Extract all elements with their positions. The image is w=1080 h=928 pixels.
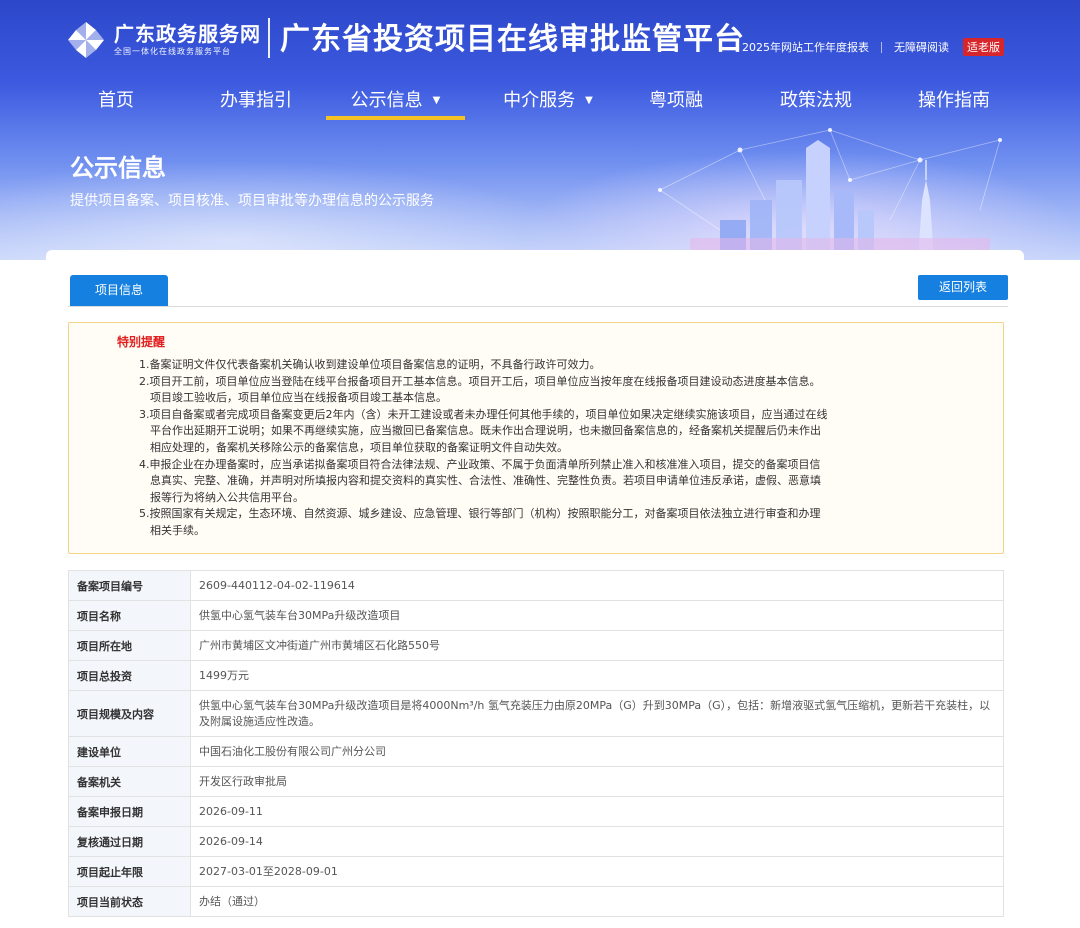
elder-mode-button[interactable]: 适老版 xyxy=(963,38,1004,56)
field-value: 1499万元 xyxy=(190,660,1004,691)
site-logo[interactable]: 广东政务服务网 全国一体化在线政务服务平台 xyxy=(66,16,261,64)
nav-item-public-info[interactable]: 公示信息 ▼ xyxy=(326,84,465,120)
city-skyline-illustration xyxy=(658,128,1002,260)
notice-line: 2.项目开工前，项目单位应当登陆在线平台报备项目开工基本信息。项目开工后，项目单… xyxy=(139,374,821,388)
field-label: 项目名称 xyxy=(68,600,191,631)
notice-list: 1.备案证明文件仅代表备案机关确认收到建设单位项目备案信息的证明，不具备行政许可… xyxy=(139,357,859,540)
pinwheel-logo-icon xyxy=(66,20,106,60)
field-label: 备案机关 xyxy=(68,766,191,797)
accessibility-link[interactable]: 无障碍阅读 xyxy=(894,39,949,55)
page-description: 提供项目备案、项目核准、项目审批等办理信息的公示服务 xyxy=(70,193,434,209)
table-row: 项目名称 供氢中心氢气装车台30MPa升级改造项目 xyxy=(68,600,1004,631)
back-to-list-button[interactable]: 返回列表 xyxy=(918,275,1008,300)
nav-item-yuexiangrong[interactable]: 粤项融 xyxy=(636,84,716,120)
field-value: 广州市黄埔区文冲街道广州市黄埔区石化路550号 xyxy=(190,630,1004,661)
field-value: 开发区行政审批局 xyxy=(190,766,1004,797)
field-value: 2026-09-11 xyxy=(190,796,1004,827)
notice-line: 平台作出延期开工说明；如果不再继续实施，应当撤回已备案信息。既未作出合理说明，也… xyxy=(139,424,821,438)
table-row: 项目起止年限 2027-03-01至2028-09-01 xyxy=(68,856,1004,887)
field-value: 供氢中心氢气装车台30MPa升级改造项目是将4000Nm³/h 氢气充装压力由原… xyxy=(190,690,1004,737)
nav-item-home[interactable]: 首页 xyxy=(80,84,152,120)
header-banner: 广东政务服务网 全国一体化在线政务服务平台 广东省投资项目在线审批监管平台 20… xyxy=(0,0,1080,260)
notice-line: 报等行为将纳入公共信用平台。 xyxy=(139,490,304,504)
field-label: 项目起止年限 xyxy=(68,856,191,887)
notice-line: 5.按照国家有关规定，生态环境、自然资源、城乡建设、应急管理、银行等部门（机构）… xyxy=(139,507,821,521)
notice-line: 3.项目自备案或者完成项目备案变更后2年内（含）未开工建设或者未办理任何其他手续… xyxy=(139,407,828,421)
field-label: 项目规模及内容 xyxy=(68,690,191,737)
table-row: 项目当前状态 办结（通过） xyxy=(68,886,1004,917)
nav-item-agency-service[interactable]: 中介服务 ▼ xyxy=(490,84,606,120)
table-row: 备案申报日期 2026-09-11 xyxy=(68,796,1004,827)
field-label: 备案项目编号 xyxy=(68,570,191,601)
table-row: 备案项目编号 2609-440112-04-02-119614 xyxy=(68,570,1004,601)
nav-item-guide[interactable]: 办事指引 xyxy=(210,84,302,120)
field-label: 项目所在地 xyxy=(68,630,191,661)
field-value: 2609-440112-04-02-119614 xyxy=(190,570,1004,601)
tab-bar: 项目信息 返回列表 xyxy=(68,274,1008,307)
project-info-table: 备案项目编号 2609-440112-04-02-119614 项目名称 供氢中… xyxy=(68,570,1004,917)
content-card: 项目信息 返回列表 特别提醒 1.备案证明文件仅代表备案机关确认收到建设单位项目… xyxy=(46,250,1024,928)
annual-report-link[interactable]: 2025年网站工作年度报表 xyxy=(742,39,869,55)
field-value: 2026-09-14 xyxy=(190,826,1004,857)
field-label: 项目总投资 xyxy=(68,660,191,691)
page-title: 公示信息 xyxy=(70,154,166,182)
notice-line: 息真实、完整、准确，并声明对所填报内容和提交资料的真实性、合法性、准确性、完整性… xyxy=(139,474,821,488)
table-row: 项目所在地 广州市黄埔区文冲街道广州市黄埔区石化路550号 xyxy=(68,630,1004,661)
field-label: 备案申报日期 xyxy=(68,796,191,827)
caret-down-icon: ▼ xyxy=(585,95,593,106)
field-value: 供氢中心氢气装车台30MPa升级改造项目 xyxy=(190,600,1004,631)
notice-line: 相应处理的，备案机关移除公示的备案信息，项目单位获取的备案证明文件自动失效。 xyxy=(139,440,568,454)
field-value: 办结（通过） xyxy=(190,886,1004,917)
notice-line: 项目竣工验收后，项目单位应当在线报备项目竣工基本信息。 xyxy=(139,391,447,405)
table-row: 项目总投资 1499万元 xyxy=(68,660,1004,691)
nav-item-manual[interactable]: 操作指南 xyxy=(908,84,1000,120)
table-row: 项目规模及内容 供氢中心氢气装车台30MPa升级改造项目是将4000Nm³/h … xyxy=(68,690,1004,737)
link-divider xyxy=(881,41,882,53)
platform-title: 广东省投资项目在线审批监管平台 xyxy=(280,22,745,57)
tab-project-info[interactable]: 项目信息 xyxy=(70,275,168,306)
field-value: 中国石油化工股份有限公司广州分公司 xyxy=(190,736,1004,767)
notice-box: 特别提醒 1.备案证明文件仅代表备案机关确认收到建设单位项目备案信息的证明，不具… xyxy=(68,322,1004,554)
table-row: 建设单位 中国石油化工股份有限公司广州分公司 xyxy=(68,736,1004,767)
field-label: 复核通过日期 xyxy=(68,826,191,857)
notice-title: 特别提醒 xyxy=(117,335,166,349)
table-row: 备案机关 开发区行政审批局 xyxy=(68,766,1004,797)
logo-subtitle: 全国一体化在线政务服务平台 xyxy=(114,47,231,56)
header-divider xyxy=(268,18,270,58)
notice-line: 相关手续。 xyxy=(139,523,205,537)
field-label: 建设单位 xyxy=(68,736,191,767)
logo-name: 广东政务服务网 xyxy=(114,22,261,46)
nav-item-policy[interactable]: 政策法规 xyxy=(770,84,862,120)
table-row: 复核通过日期 2026-09-14 xyxy=(68,826,1004,857)
notice-line: 4.申报企业在办理备案时，应当承诺拟备案项目符合法律法规、产业政策、不属于负面清… xyxy=(139,457,821,471)
field-label: 项目当前状态 xyxy=(68,886,191,917)
caret-down-icon: ▼ xyxy=(432,95,441,106)
field-value: 2027-03-01至2028-09-01 xyxy=(190,856,1004,887)
top-links: 2025年网站工作年度报表 无障碍阅读 适老版 xyxy=(742,38,1004,56)
main-nav: 首页 办事指引 公示信息 ▼ 中介服务 ▼ 粤项融 政策法规 操作指南 xyxy=(0,84,1080,120)
notice-line: 1.备案证明文件仅代表备案机关确认收到建设单位项目备案信息的证明，不具备行政许可… xyxy=(139,358,601,371)
